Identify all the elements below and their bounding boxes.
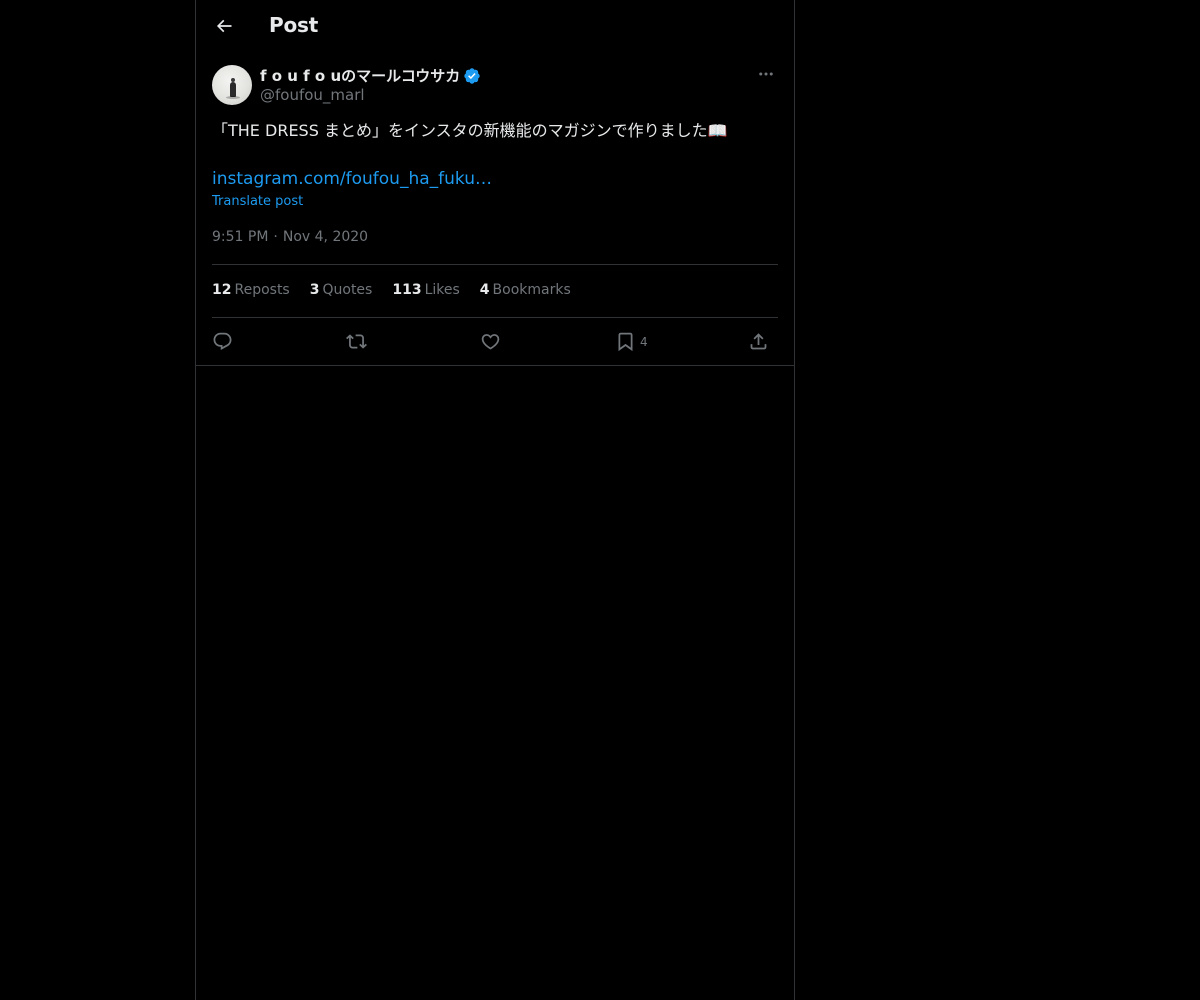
divider xyxy=(212,264,778,265)
avatar[interactable] xyxy=(212,65,252,105)
bookmark-icon xyxy=(618,332,633,351)
likes-stat[interactable]: 113 Likes xyxy=(392,282,459,298)
post-time: 9:51 PM xyxy=(212,229,269,245)
verified-badge-icon[interactable] xyxy=(463,67,481,85)
more-icon xyxy=(759,72,773,76)
post-stats: 12 Reposts 3 Quotes 113 Likes 4 Bookmarks xyxy=(212,282,591,298)
repost-button[interactable] xyxy=(346,328,367,354)
separator-dot: · xyxy=(273,229,278,245)
heart-icon xyxy=(481,333,500,350)
like-button[interactable] xyxy=(480,328,501,354)
post-timestamp[interactable]: 9:51 PM · Nov 4, 2020 xyxy=(212,229,368,245)
reposts-stat[interactable]: 12 Reposts xyxy=(212,282,290,298)
repost-icon xyxy=(346,333,367,349)
quotes-stat[interactable]: 3 Quotes xyxy=(310,282,373,298)
author-handle[interactable]: @foufou_marl xyxy=(260,86,365,104)
author-name-text: f o u f o uのマールコウサカ xyxy=(260,67,461,85)
divider xyxy=(212,317,778,318)
post-link[interactable]: instagram.com/foufou_ha_fuku… xyxy=(212,167,492,191)
share-button[interactable] xyxy=(748,328,769,354)
page-title: Post xyxy=(269,13,319,37)
bookmarks-stat[interactable]: 4 Bookmarks xyxy=(480,282,571,298)
post-column: Post f o u f o uのマールコウサカ @foufou_marl 「T… xyxy=(195,0,795,1000)
bookmark-count: 4 xyxy=(640,335,648,349)
post-text: 「THE DRESS まとめ」をインスタの新機能のマガジンで作りました📖 xyxy=(212,121,728,140)
reply-icon xyxy=(213,332,232,350)
post-author: f o u f o uのマールコウサカ @foufou_marl xyxy=(212,65,778,109)
top-bar: Post xyxy=(196,0,794,53)
post-bottom-border xyxy=(196,365,794,366)
arrow-left-icon xyxy=(216,19,232,33)
author-display-name[interactable]: f o u f o uのマールコウサカ xyxy=(260,65,481,86)
translate-post-link[interactable]: Translate post xyxy=(212,194,303,209)
post-actions: 4 xyxy=(212,328,778,354)
post-date: Nov 4, 2020 xyxy=(282,229,369,245)
bookmark-button[interactable]: 4 xyxy=(615,328,648,354)
back-button[interactable] xyxy=(208,10,240,42)
reply-button[interactable] xyxy=(212,328,233,354)
more-options-button[interactable] xyxy=(754,64,778,84)
share-icon xyxy=(750,332,767,349)
